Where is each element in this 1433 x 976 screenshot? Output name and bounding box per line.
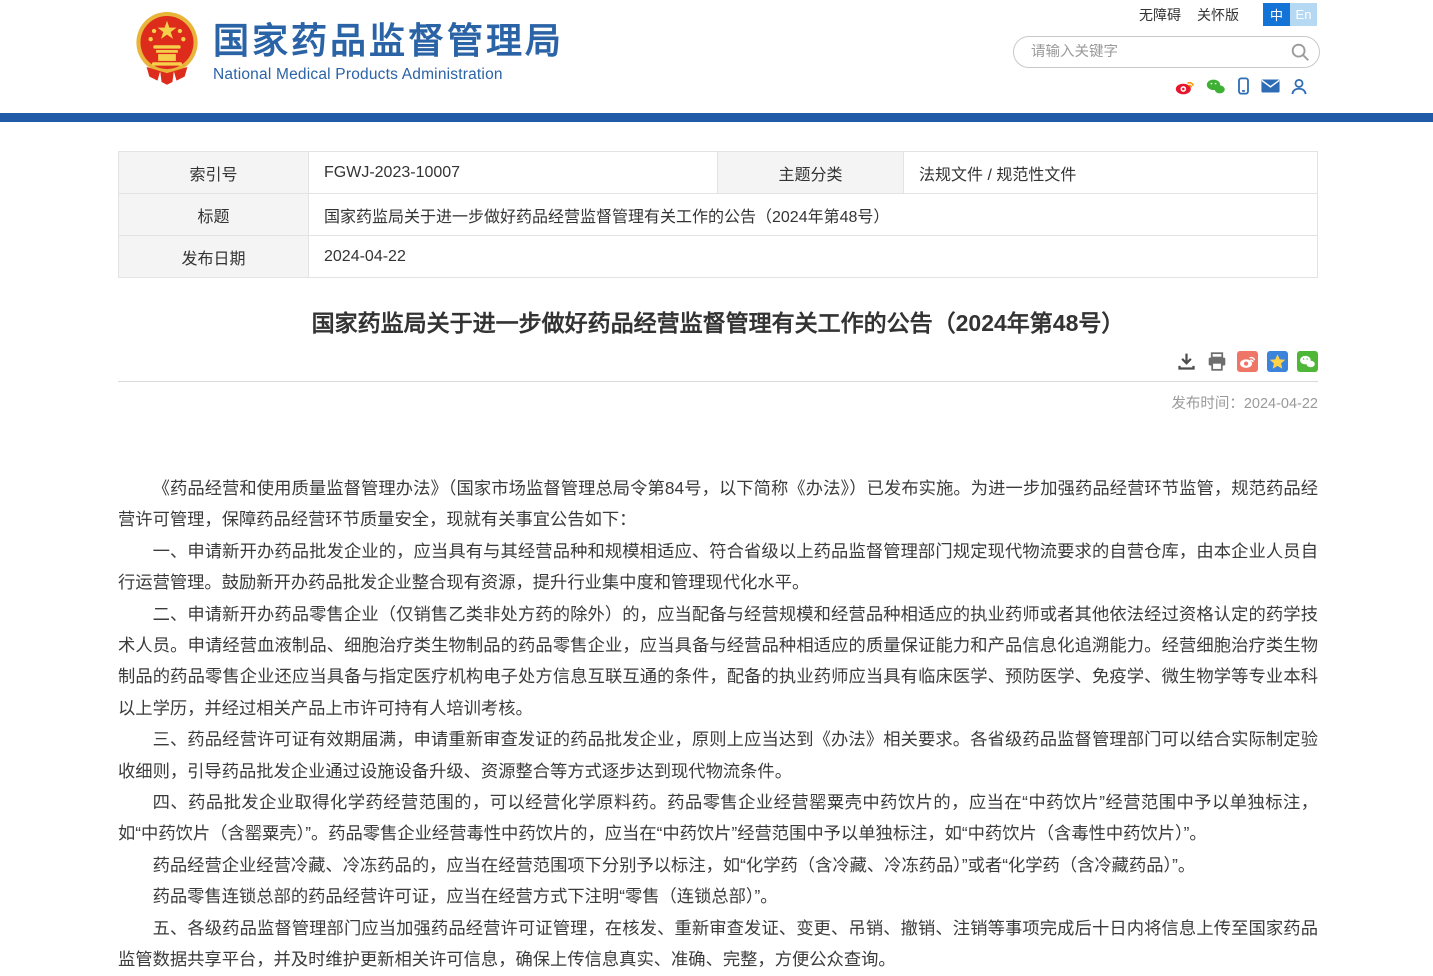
header-social-icons	[1175, 77, 1307, 95]
paragraph: 药品经营企业经营冷藏、冷冻药品的，应当在经营范围项下分别予以标注，如“化学药（含…	[118, 850, 1318, 881]
paragraph: 《药品经营和使用质量监督管理办法》（国家市场监督管理总局令第84号，以下简称《办…	[118, 473, 1318, 536]
share-qzone-button[interactable]	[1267, 351, 1288, 372]
site-subtitle: National Medical Products Administration	[213, 66, 564, 84]
meta-label-pubdate: 发布日期	[119, 236, 309, 278]
print-button[interactable]	[1206, 351, 1228, 372]
print-icon	[1206, 351, 1228, 372]
paragraph: 一、申请新开办药品批发企业的，应当具有与其经营品种和规模相适应、符合省级以上药品…	[118, 536, 1318, 599]
share-wechat-button[interactable]	[1297, 351, 1318, 372]
meta-label-index: 索引号	[119, 152, 309, 194]
table-row: 索引号 FGWJ-2023-10007 主题分类 法规文件 / 规范性文件	[119, 152, 1318, 194]
publish-time: 发布时间：2024-04-22	[118, 392, 1318, 413]
header-divider-bar	[0, 113, 1433, 122]
search-button[interactable]	[1285, 37, 1315, 67]
paragraph: 三、药品经营许可证有效期届满，申请重新审查发证的药品批发企业，原则上应当达到《办…	[118, 724, 1318, 787]
share-wechat-icon	[1299, 354, 1316, 369]
meta-value-title: 国家药监局关于进一步做好药品经营监督管理有关工作的公告（2024年第48号）	[309, 194, 1318, 236]
mail-icon[interactable]	[1261, 79, 1280, 93]
share-qzone-icon	[1269, 353, 1286, 370]
download-button[interactable]	[1176, 351, 1197, 372]
meta-label-category: 主题分类	[718, 152, 904, 194]
page-title: 国家药监局关于进一步做好药品经营监督管理有关工作的公告（2024年第48号）	[118, 304, 1318, 338]
language-switch: 中 En	[1263, 3, 1317, 26]
site-title-block: 国家药品监督管理局 National Medical Products Admi…	[213, 20, 564, 84]
search-icon	[1289, 41, 1311, 63]
table-row: 标题 国家药监局关于进一步做好药品经营监督管理有关工作的公告（2024年第48号…	[119, 194, 1318, 236]
search-input[interactable]	[1014, 44, 1285, 60]
weibo-icon[interactable]	[1175, 78, 1195, 95]
article-toolbar	[118, 351, 1318, 382]
paragraph: 药品零售连锁总部的药品经营许可证，应当在经营方式下注明“零售（连锁总部）”。	[118, 881, 1318, 912]
accessibility-link[interactable]: 无障碍	[1139, 5, 1181, 25]
table-row: 发布日期 2024-04-22	[119, 236, 1318, 278]
site-header: 国家药品监督管理局 National Medical Products Admi…	[0, 0, 1433, 113]
article-page: 索引号 FGWJ-2023-10007 主题分类 法规文件 / 规范性文件 标题…	[118, 151, 1318, 976]
paragraph: 二、申请新开办药品零售企业（仅销售乙类非处方药的除外）的，应当配备与经营规模和经…	[118, 599, 1318, 725]
meta-value-pubdate: 2024-04-22	[309, 236, 1318, 278]
utility-nav: 无障碍 关怀版 中 En	[1139, 3, 1317, 26]
lang-zh-button[interactable]: 中	[1263, 3, 1290, 26]
national-emblem-logo	[133, 8, 201, 88]
lang-en-button[interactable]: En	[1290, 3, 1317, 26]
meta-value-index: FGWJ-2023-10007	[309, 152, 718, 194]
wechat-icon[interactable]	[1206, 78, 1226, 95]
search-bar	[1013, 36, 1320, 68]
document-meta-table: 索引号 FGWJ-2023-10007 主题分类 法规文件 / 规范性文件 标题…	[118, 151, 1318, 278]
paragraph: 五、各级药品监督管理部门应当加强药品经营许可证管理，在核发、重新审查发证、变更、…	[118, 913, 1318, 976]
meta-label-title: 标题	[119, 194, 309, 236]
site-title: 国家药品监督管理局	[213, 20, 564, 61]
download-icon	[1176, 351, 1197, 372]
paragraph: 四、药品批发企业取得化学药经营范围的，可以经营化学原料药。药品零售企业经营罂粟壳…	[118, 787, 1318, 850]
share-weibo-button[interactable]	[1237, 351, 1258, 372]
meta-value-category: 法规文件 / 规范性文件	[904, 152, 1318, 194]
article-body: 《药品经营和使用质量监督管理办法》（国家市场监督管理总局令第84号，以下简称《办…	[118, 473, 1318, 976]
share-weibo-icon	[1239, 354, 1256, 369]
care-version-link[interactable]: 关怀版	[1197, 5, 1239, 25]
user-icon[interactable]	[1291, 78, 1307, 95]
mobile-icon[interactable]	[1237, 77, 1250, 95]
